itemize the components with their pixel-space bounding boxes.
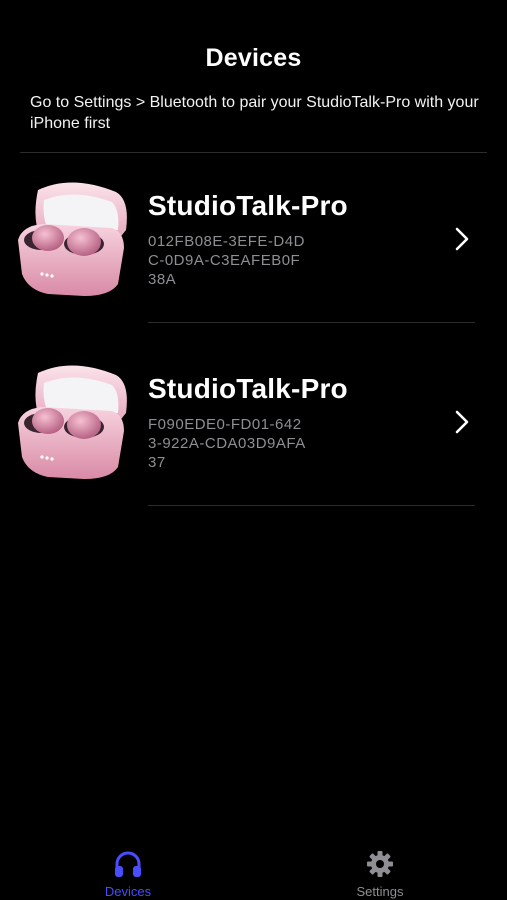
headphones-icon xyxy=(115,851,141,877)
page-title: Devices xyxy=(205,44,302,72)
chevron-right-icon[interactable] xyxy=(452,225,472,253)
device-id: F090EDE0-FD01-6423-922A-CDA03D9AFA37 xyxy=(148,416,306,471)
device-name: StudioTalk-Pro xyxy=(148,190,348,221)
row-divider xyxy=(148,505,475,506)
chevron-right-icon[interactable] xyxy=(452,408,472,436)
tab-devices[interactable]: Devices xyxy=(68,848,188,899)
device-row[interactable]: StudioTalk-Pro F090EDE0-FD01-6423-922A-C… xyxy=(0,353,507,536)
device-id: 012FB08E-3EFE-D4DC-0D9A-C3EAFEB0F38A xyxy=(148,233,305,288)
earbuds-case-image xyxy=(18,182,127,296)
earbuds-case-image xyxy=(18,365,127,479)
header-divider xyxy=(20,152,487,153)
pairing-hint: Go to Settings > Bluetooth to pair your … xyxy=(30,94,479,132)
tab-settings[interactable]: Settings xyxy=(320,848,440,899)
tab-settings-label: Settings xyxy=(356,884,404,899)
gear-icon xyxy=(367,851,393,877)
device-row[interactable]: StudioTalk-Pro 012FB08E-3EFE-D4DC-0D9A-C… xyxy=(0,170,507,353)
device-name: StudioTalk-Pro xyxy=(148,373,348,404)
tab-devices-label: Devices xyxy=(104,884,152,899)
row-divider xyxy=(148,322,475,323)
tab-bar: Devices Settings xyxy=(0,840,507,900)
